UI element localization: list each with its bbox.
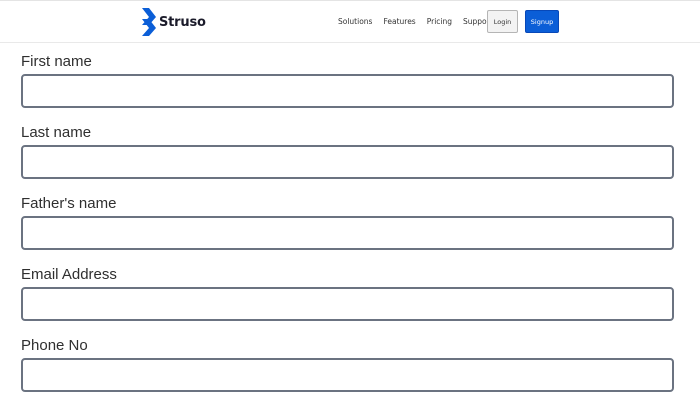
fathers-name-label: Father's name xyxy=(21,195,117,212)
last-name-input[interactable] xyxy=(21,145,674,179)
main-nav: Solutions Features Pricing Support xyxy=(338,1,493,41)
email-label: Email Address xyxy=(21,266,117,283)
phone-group: Phone No xyxy=(21,336,675,407)
top-navbar: Struso Solutions Features Pricing Suppor… xyxy=(0,0,700,43)
email-input[interactable] xyxy=(21,287,674,321)
login-button[interactable]: Login xyxy=(487,10,518,33)
fathers-name-group: Father's name xyxy=(21,194,675,265)
signup-button[interactable]: Signup xyxy=(525,10,559,33)
phone-label: Phone No xyxy=(21,337,88,354)
last-name-group: Last name xyxy=(21,123,675,194)
nav-link-features[interactable]: Features xyxy=(383,17,415,26)
email-group: Email Address xyxy=(21,265,675,336)
brand-home-link[interactable]: Struso xyxy=(141,8,206,36)
brand-name: Struso xyxy=(159,14,206,30)
first-name-group: First name xyxy=(21,52,675,123)
struso-logo-icon xyxy=(142,8,156,36)
registration-form: First name Last name Father's name Email… xyxy=(21,52,675,407)
nav-link-solutions[interactable]: Solutions xyxy=(338,17,372,26)
fathers-name-input[interactable] xyxy=(21,216,674,250)
first-name-label: First name xyxy=(21,53,92,70)
last-name-label: Last name xyxy=(21,124,92,141)
phone-input[interactable] xyxy=(21,358,674,392)
nav-link-pricing[interactable]: Pricing xyxy=(427,17,452,26)
first-name-input[interactable] xyxy=(21,74,674,108)
